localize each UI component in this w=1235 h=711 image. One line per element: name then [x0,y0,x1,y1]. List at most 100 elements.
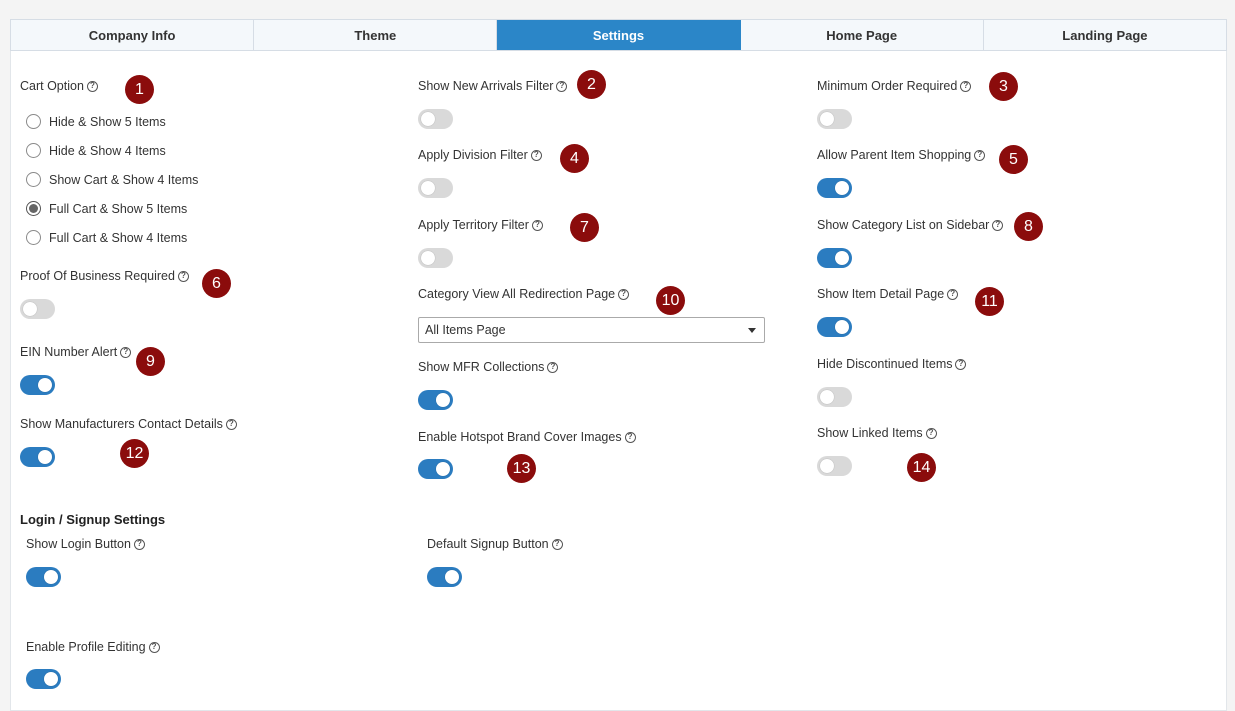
radio-button[interactable] [26,143,41,158]
help-icon[interactable]: ? [955,358,967,370]
setting-label: Show Item Detail Page [817,287,945,301]
tab-settings[interactable]: Settings [497,20,741,50]
setting-label: Show MFR Collections [418,360,545,374]
toggle-knob [38,450,52,464]
allow-parent-item-shopping-toggle[interactable] [817,178,852,198]
setting-label: Show Manufacturers Contact Details [20,417,223,431]
cart-option-radio[interactable]: Show Cart & Show 4 Items [26,172,198,187]
help-icon[interactable]: ? [551,538,563,550]
proof-of-business-toggle[interactable] [20,299,55,319]
show-mfr-collections-setting: Show MFR Collections? [418,360,559,374]
help-icon[interactable]: ? [531,219,543,231]
tab-theme[interactable]: Theme [254,20,498,50]
apply-territory-filter-toggle[interactable] [418,248,453,268]
default-signup-button-toggle[interactable] [427,567,462,587]
toggle-knob [835,320,849,334]
toggle-knob [44,672,58,686]
help-icon[interactable]: ? [925,427,937,439]
annotation-badge: 12 [120,439,149,468]
hide-discontinued-items-toggle[interactable] [817,387,852,407]
annotation-badge: 11 [975,287,1004,316]
tab-company-info[interactable]: Company Info [11,20,255,50]
help-icon[interactable]: ? [133,538,145,550]
toggle-knob [44,570,58,584]
toggle-knob [820,390,834,404]
minimum-order-required-toggle[interactable] [817,109,852,129]
setting-label: Show Category List on Sidebar [817,218,990,232]
help-icon[interactable]: ? [120,346,132,358]
help-icon[interactable]: ? [974,149,986,161]
help-icon[interactable]: ? [618,288,630,300]
annotation-badge: 2 [577,70,606,99]
login-signup-section-title: Login / Signup Settings [20,512,166,527]
cart-option-radio[interactable]: Full Cart & Show 5 Items [26,201,187,216]
radio-button[interactable] [26,172,41,187]
radio-button-selected[interactable] [26,201,41,216]
annotation-badge: 9 [136,347,165,376]
annotation-badge: 1 [125,75,154,104]
help-icon[interactable]: ? [624,431,636,443]
show-mfr-collections-toggle[interactable] [418,390,453,410]
help-icon[interactable]: ? [547,361,559,373]
setting-label: Enable Hotspot Brand Cover Images [418,430,622,444]
annotation-badge: 7 [570,213,599,242]
cart-option-radio[interactable]: Full Cart & Show 4 Items [26,230,187,245]
tab-landing-page[interactable]: Landing Page [984,20,1226,50]
toggle-knob [820,459,834,473]
cart-option-label: Cart Option [20,79,84,93]
radio-button[interactable] [26,114,41,129]
apply-territory-filter-setting: Apply Territory Filter? [418,218,543,232]
help-icon[interactable]: ? [148,641,160,653]
setting-label: Allow Parent Item Shopping [817,148,972,162]
show-linked-items-toggle[interactable] [817,456,852,476]
toggle-knob [820,112,834,126]
minimum-order-required-setting: Minimum Order Required? [817,79,972,93]
annotation-badge: 4 [560,144,589,173]
cart-option-radio[interactable]: Hide & Show 4 Items [26,143,166,158]
category-redirection-select[interactable]: All Items Page [418,317,765,343]
ein-number-alert-toggle[interactable] [20,375,55,395]
setting-label: Show Login Button [26,537,131,551]
show-new-arrivals-toggle[interactable] [418,109,453,129]
show-item-detail-page-toggle[interactable] [817,317,852,337]
help-icon[interactable]: ? [947,288,959,300]
toggle-knob [421,251,435,265]
toggle-knob [38,378,52,392]
setting-label: Hide Discontinued Items [817,357,953,371]
select-value: All Items Page [425,323,506,337]
apply-division-filter-toggle[interactable] [418,178,453,198]
show-category-list-sidebar-toggle[interactable] [817,248,852,268]
radio-button[interactable] [26,230,41,245]
radio-label: Hide & Show 5 Items [49,114,166,129]
help-icon[interactable]: ? [992,219,1004,231]
annotation-badge: 14 [907,453,936,482]
annotation-badge: 5 [999,145,1028,174]
cart-option-setting: Cart Option? [20,79,98,93]
proof-of-business-setting: Proof Of Business Required? [20,269,189,283]
setting-label: EIN Number Alert [20,345,118,359]
help-icon[interactable]: ? [177,270,189,282]
enable-hotspot-brand-cover-setting: Enable Hotspot Brand Cover Images? [418,430,636,444]
toggle-knob [436,393,450,407]
show-login-button-toggle[interactable] [26,567,61,587]
show-category-list-sidebar-setting: Show Category List on Sidebar? [817,218,1004,232]
setting-label: Show Linked Items [817,426,923,440]
help-icon[interactable]: ? [556,80,568,92]
tab-home-page[interactable]: Home Page [741,20,984,50]
annotation-badge: 10 [656,286,685,315]
cart-option-radio[interactable]: Hide & Show 5 Items [26,114,166,129]
annotation-badge: 13 [507,454,536,483]
enable-profile-editing-toggle[interactable] [26,669,61,689]
radio-label: Hide & Show 4 Items [49,143,166,158]
ein-number-alert-setting: EIN Number Alert? [20,345,132,359]
radio-label: Full Cart & Show 4 Items [49,230,188,245]
show-manufacturers-contact-toggle[interactable] [20,447,55,467]
setting-label: Category View All Redirection Page [418,287,616,301]
toggle-knob [421,181,435,195]
help-icon[interactable]: ? [960,80,972,92]
enable-hotspot-brand-cover-toggle[interactable] [418,459,453,479]
help-icon[interactable]: ? [530,149,542,161]
help-icon[interactable]: ? [225,418,237,430]
toggle-knob [23,302,37,316]
help-icon[interactable]: ? [86,80,98,92]
